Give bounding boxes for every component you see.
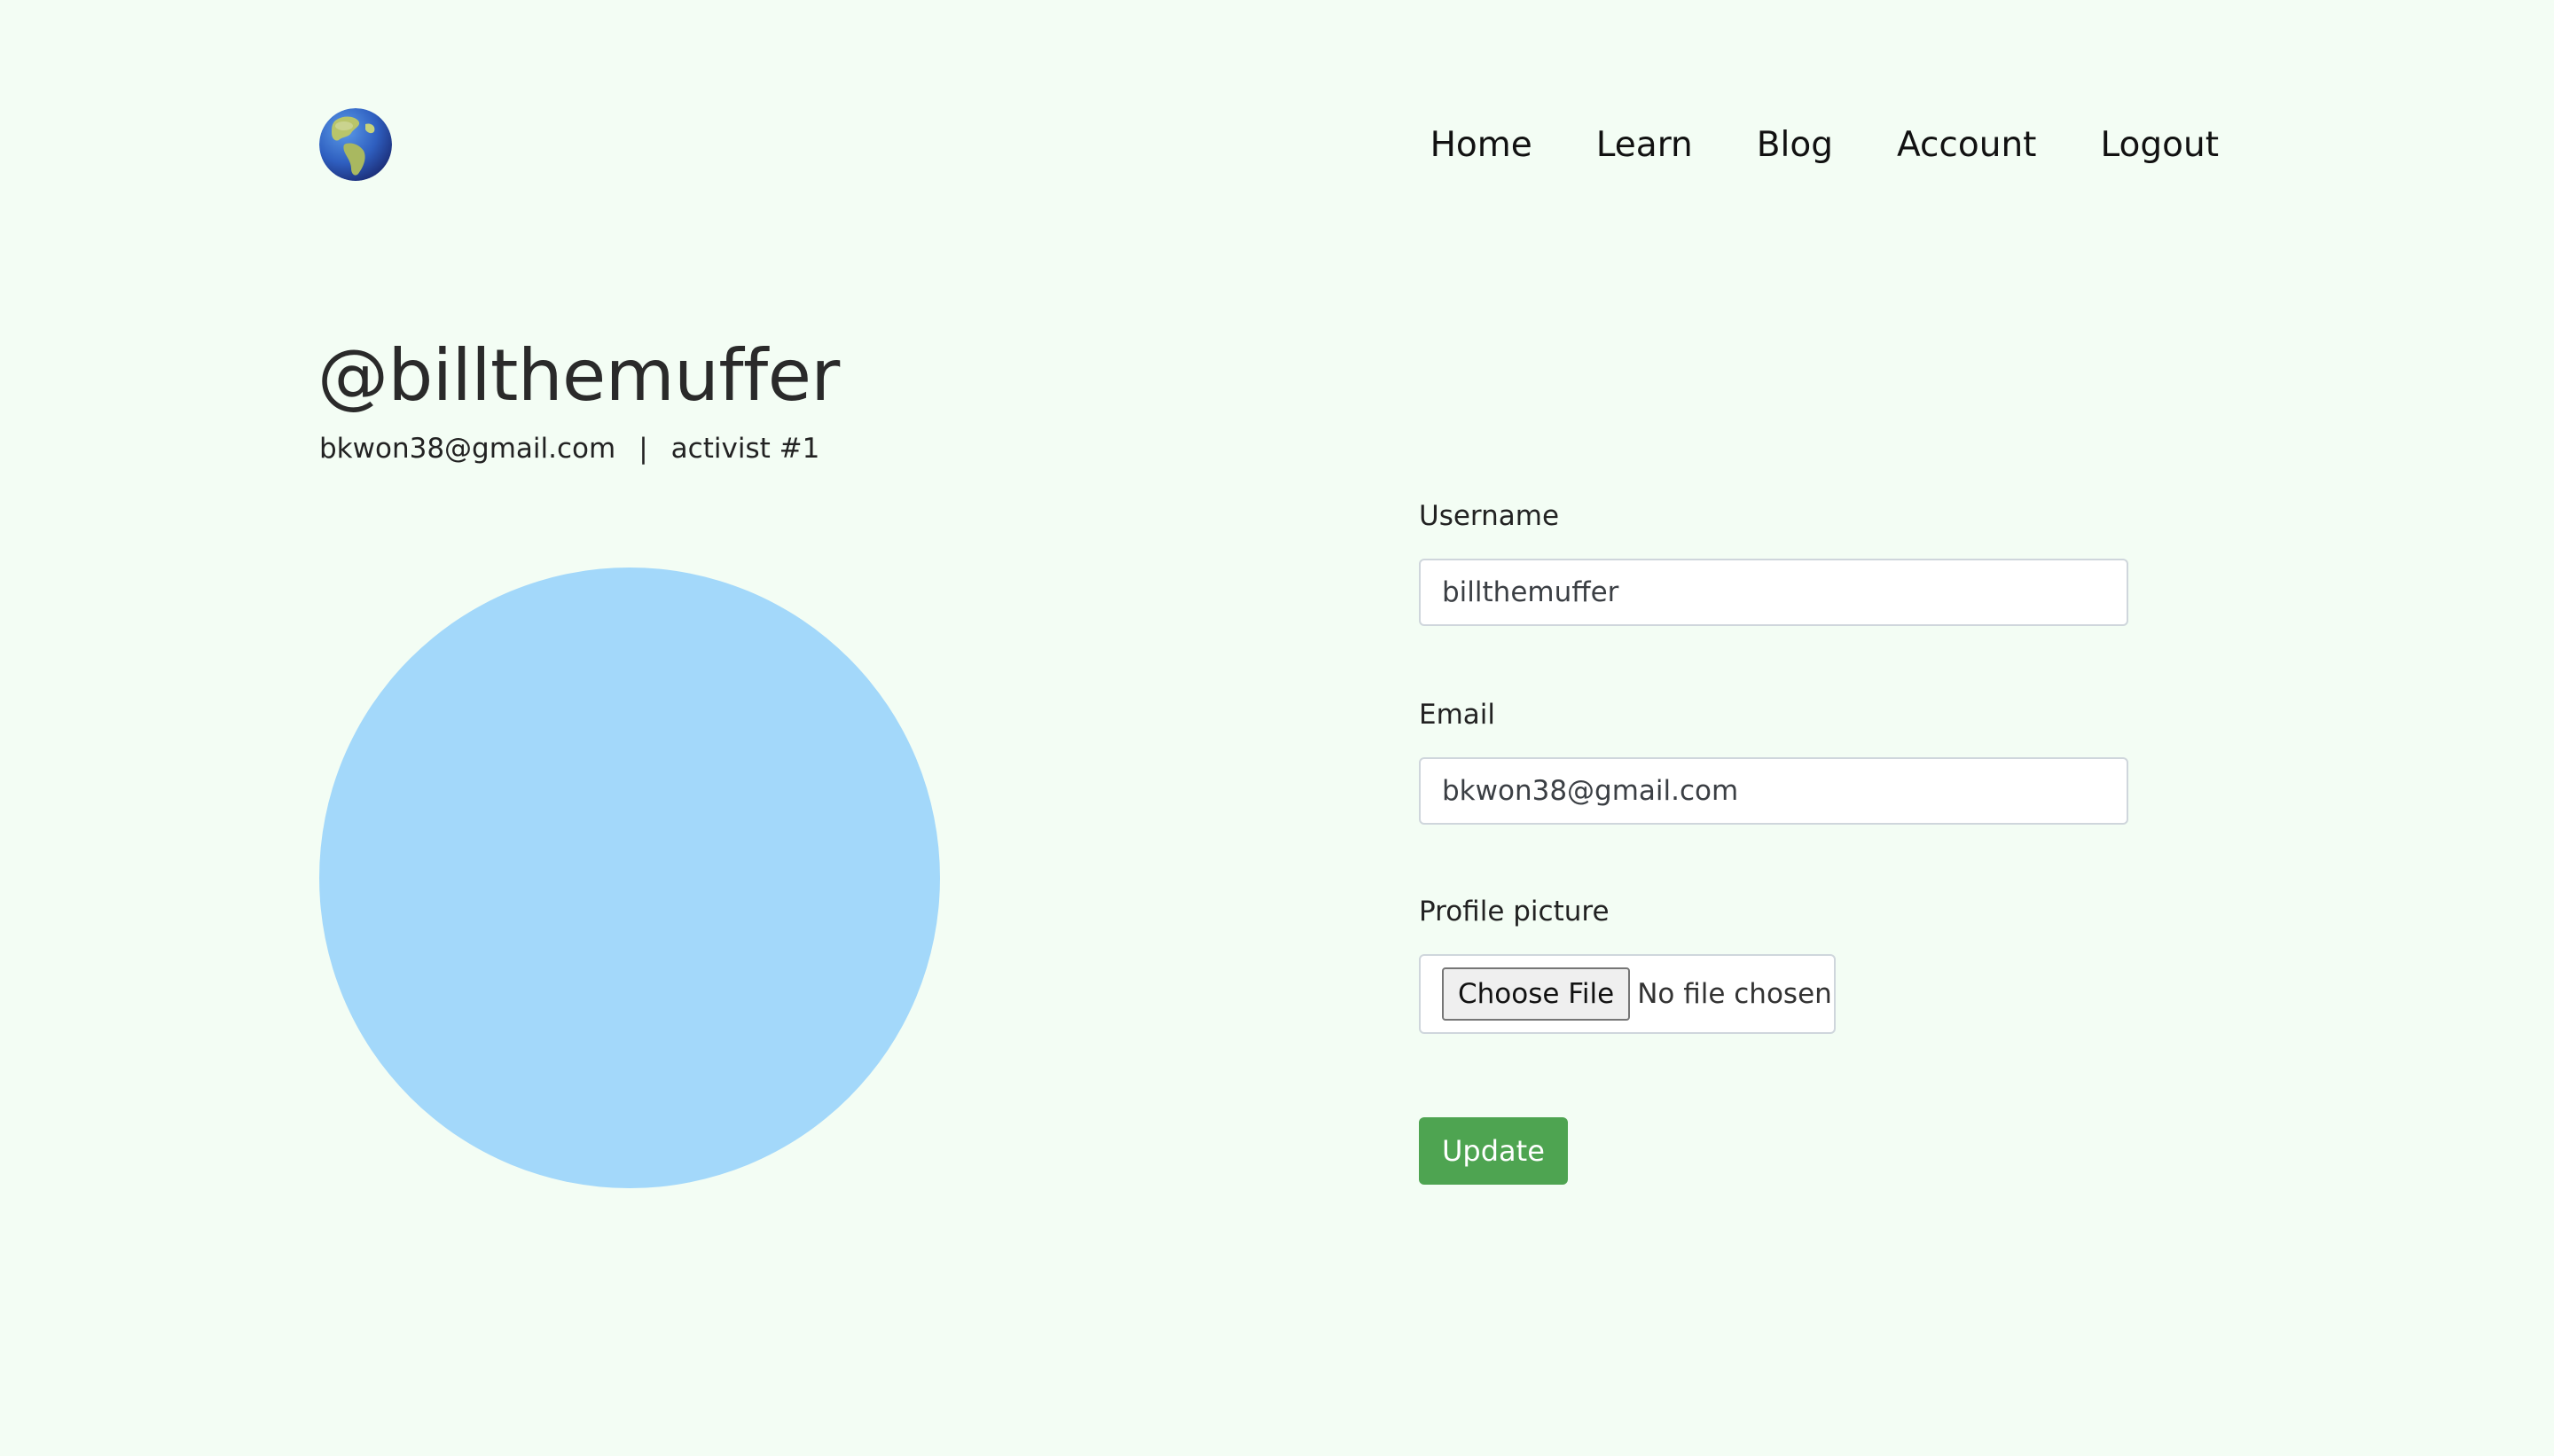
- profile-avatar: [319, 568, 940, 1188]
- username-input[interactable]: [1419, 559, 2128, 626]
- username-group: Username: [1419, 497, 2128, 626]
- profile-email: bkwon38@gmail.com: [319, 433, 616, 465]
- globe-americas-icon: [319, 108, 392, 181]
- profile-picture-group: Profile picture Choose File No file chos…: [1419, 892, 2128, 1034]
- nav-home-link[interactable]: Home: [1430, 117, 1532, 174]
- globe-logo-icon[interactable]: [319, 108, 392, 181]
- no-file-chosen-text: No file chosen: [1637, 978, 1832, 1010]
- nav-logout-link[interactable]: Logout: [2100, 117, 2219, 174]
- subline-separator: |: [638, 433, 648, 465]
- nav-account-link[interactable]: Account: [1897, 117, 2036, 174]
- main-nav: Home Learn Blog Account Logout: [1430, 117, 2219, 174]
- email-group: Email: [1419, 695, 2128, 825]
- profile-rank: activist #1: [670, 433, 820, 465]
- profile-form: Username Email Profile picture Choose Fi…: [1419, 497, 2128, 1185]
- nav-learn-link[interactable]: Learn: [1596, 117, 1693, 174]
- profile-picture-label: Profile picture: [1419, 896, 1610, 928]
- nav-blog-link[interactable]: Blog: [1757, 117, 1833, 174]
- profile-subline: bkwon38@gmail.com | activist #1: [319, 429, 819, 468]
- email-label: Email: [1419, 699, 1496, 731]
- file-input[interactable]: Choose File No file chosen: [1419, 954, 1836, 1034]
- update-button[interactable]: Update: [1419, 1117, 1568, 1185]
- choose-file-button[interactable]: Choose File: [1442, 967, 1631, 1021]
- username-label: Username: [1419, 500, 1560, 532]
- profile-handle: @billthemuffer: [317, 334, 840, 417]
- email-input[interactable]: [1419, 757, 2128, 825]
